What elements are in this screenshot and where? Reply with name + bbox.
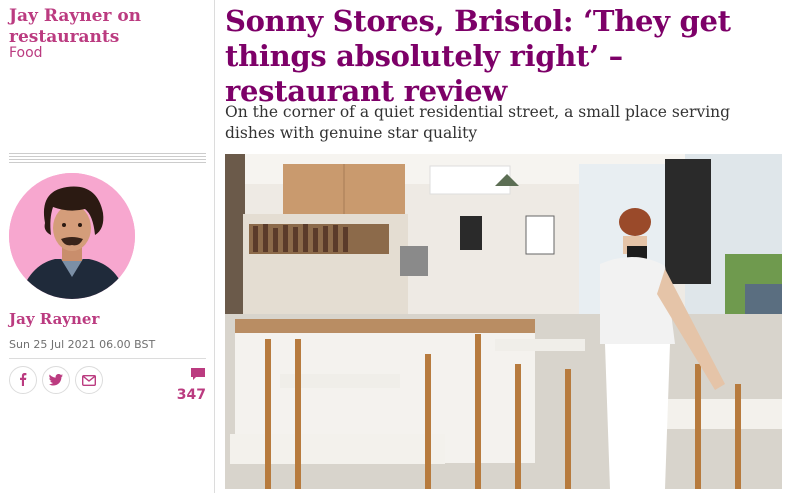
share-facebook-button[interactable] <box>9 366 37 394</box>
section-label[interactable]: Food <box>9 45 43 61</box>
share-email-button[interactable] <box>75 366 103 394</box>
author-name[interactable]: Jay Rayner <box>9 310 99 328</box>
meta-divider <box>9 358 206 359</box>
twitter-icon <box>49 371 63 390</box>
publish-date: Sun 25 Jul 2021 06.00 BST <box>9 338 156 351</box>
article-headline: Sonny Stores, Bristol: ‘They get things … <box>225 4 731 108</box>
comments-link[interactable]: 347 <box>176 366 206 403</box>
article-main-image <box>225 154 782 489</box>
comment-icon <box>190 366 206 385</box>
author-avatar <box>9 173 135 299</box>
sidebar-meta: Jay Rayner on restaurants Food Jay Rayne… <box>0 0 215 493</box>
comment-count: 347 <box>176 387 206 403</box>
share-twitter-button[interactable] <box>42 366 70 394</box>
divider-rules <box>9 153 206 165</box>
series-link[interactable]: Jay Rayner on restaurants <box>9 6 209 48</box>
email-icon <box>81 371 97 390</box>
facebook-icon <box>16 371 30 390</box>
article-standfirst: On the corner of a quiet residential str… <box>225 103 731 142</box>
